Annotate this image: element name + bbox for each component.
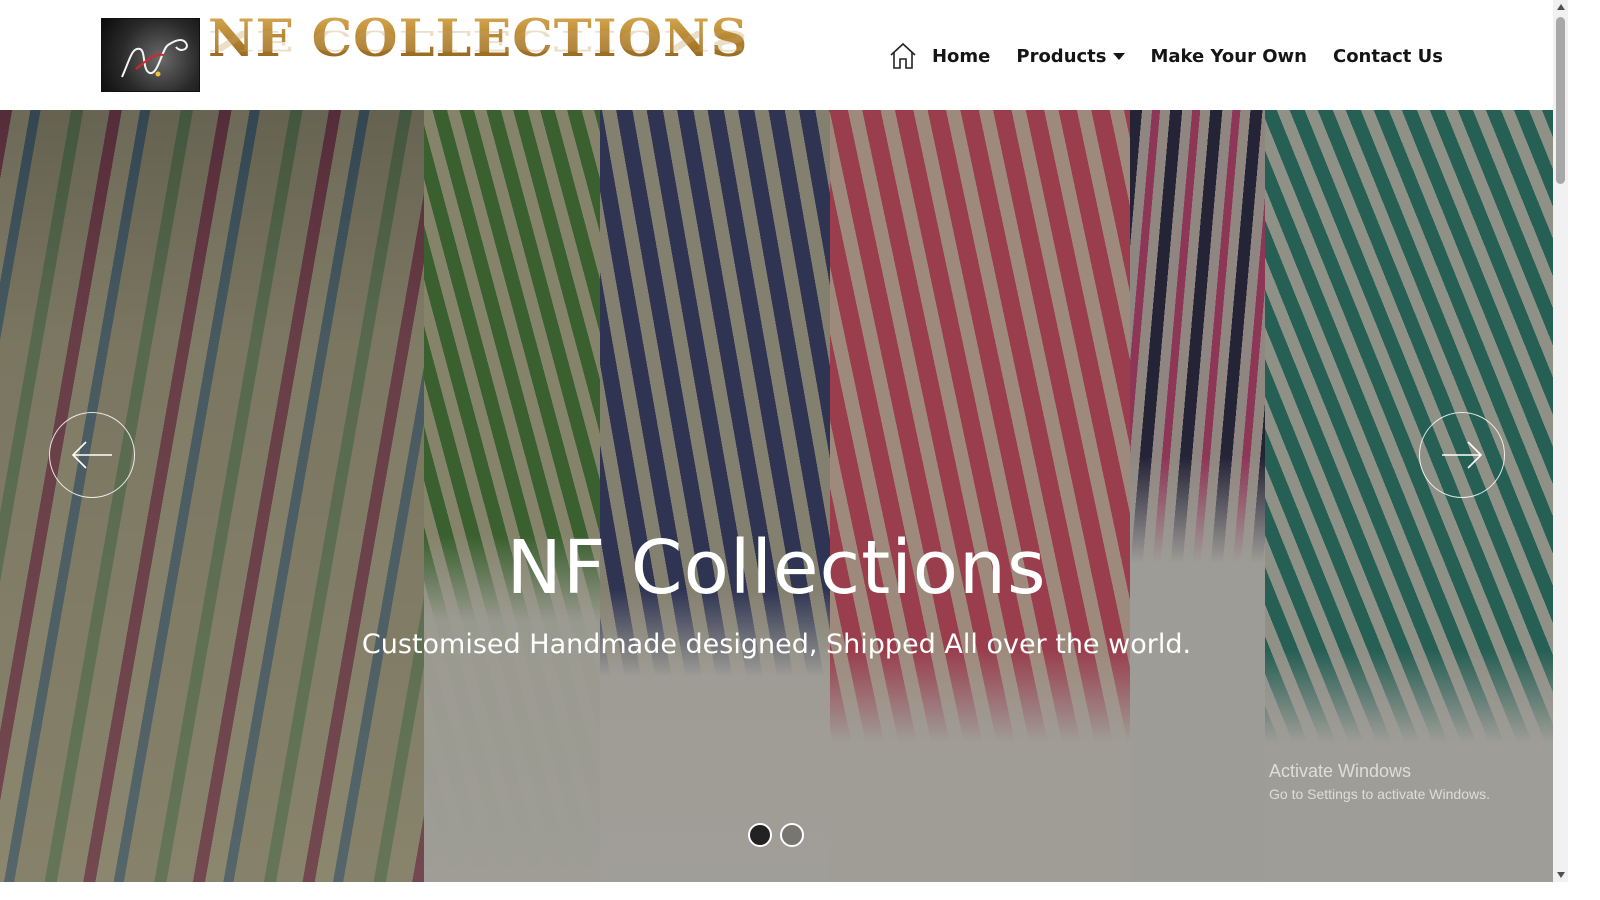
nav-make-your-own[interactable]: Make Your Own xyxy=(1151,46,1307,67)
scroll-thumb[interactable] xyxy=(1556,17,1565,184)
nav-contact-us[interactable]: Contact Us xyxy=(1333,46,1443,67)
nav-make-your-own-label: Make Your Own xyxy=(1150,45,1307,67)
nav-contact-us-label: Contact Us xyxy=(1332,45,1443,67)
logo-icon[interactable] xyxy=(101,18,200,92)
hero-title: NF Collections xyxy=(506,525,1047,611)
watermark-title: Activate Windows xyxy=(1269,761,1412,781)
carousel-next-button[interactable] xyxy=(1419,412,1505,498)
site-header: NF COLLECTIONS NF COLLECTIONS Home Produ… xyxy=(0,0,1553,110)
arrow-right-icon xyxy=(1442,441,1483,469)
nav-products[interactable]: Products xyxy=(1016,45,1125,67)
caret-down-icon xyxy=(1112,52,1125,60)
activate-windows-watermark: Activate Windows Go to Settings to activ… xyxy=(1269,761,1490,802)
brand-reflection: NF COLLECTIONS xyxy=(208,23,749,57)
arrow-left-icon xyxy=(71,441,112,469)
nav-home-label: Home xyxy=(931,45,991,67)
scroll-up-icon[interactable] xyxy=(1557,4,1565,10)
carousel-prev-button[interactable] xyxy=(49,412,135,498)
carousel-indicators xyxy=(748,823,812,847)
hero-carousel: NF Collections Customised Handmade desig… xyxy=(0,110,1553,882)
nav-home[interactable]: Home xyxy=(888,41,990,71)
page-scrollbar[interactable] xyxy=(1553,0,1568,882)
scroll-down-icon[interactable] xyxy=(1557,872,1565,878)
carousel-indicator-2[interactable] xyxy=(780,823,804,847)
brand-name[interactable]: NF COLLECTIONS NF COLLECTIONS xyxy=(208,10,748,96)
nav-products-label: Products xyxy=(1016,45,1107,67)
watermark-subtitle: Go to Settings to activate Windows. xyxy=(1269,786,1490,802)
home-icon xyxy=(890,42,916,69)
main-nav: Home Products Make Your Own Contact Us xyxy=(862,40,1443,72)
slide-caption: NF Collections Customised Handmade desig… xyxy=(0,525,1553,660)
hero-subtitle: Customised Handmade designed, Shipped Al… xyxy=(361,629,1192,660)
carousel-indicator-1[interactable] xyxy=(748,823,772,847)
